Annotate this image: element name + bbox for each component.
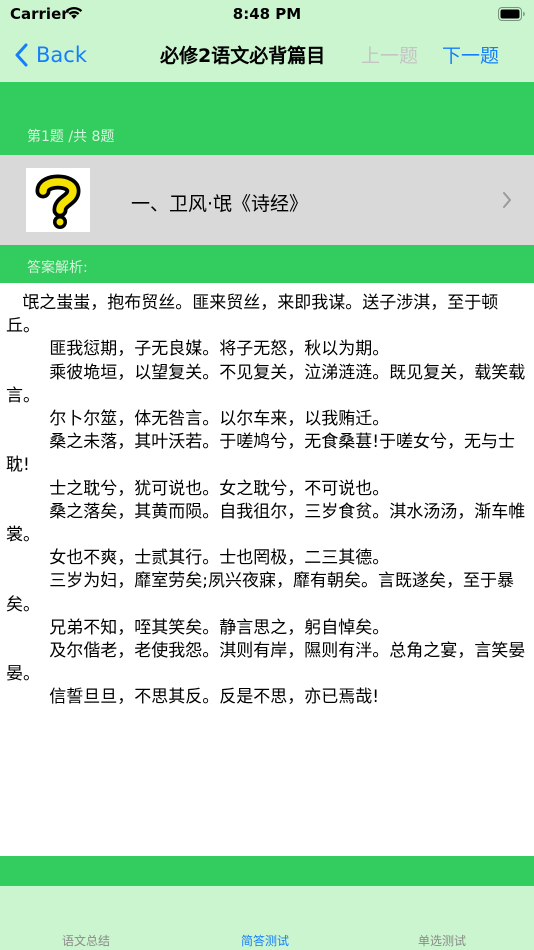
question-counter: 第1题 /共 8题 [27, 129, 115, 145]
next-question-button[interactable]: 下一题 [442, 41, 499, 68]
question-row[interactable]: 一、卫风·氓《诗经》 [0, 155, 534, 245]
question-title: 一、卫风·氓《诗经》 [131, 193, 309, 215]
tab-single-choice-test[interactable]: 单选测试 [418, 932, 466, 949]
tab-bar: 语文总结 简答测试 单选测试 [0, 886, 534, 950]
question-mark-icon [26, 168, 90, 232]
status-bar: Carrier 8:48 PM [0, 0, 534, 28]
chevron-left-icon [15, 43, 28, 67]
previous-question-button[interactable]: 上一题 [361, 41, 418, 68]
back-label: Back [36, 43, 87, 67]
tab-short-answer-test[interactable]: 简答测试 [241, 932, 289, 949]
navigation-bar: Back 必修2语文必背篇目 上一题 下一题 [0, 28, 534, 82]
footer-band [0, 856, 534, 886]
back-button[interactable]: Back [14, 40, 87, 70]
battery-icon [498, 6, 526, 25]
answer-text: 氓之蚩蚩，抱布贸丝。匪来贸丝，来即我谋。送子涉淇，至于顿丘。 匪我愆期，子无良媒… [6, 293, 526, 708]
answer-label: 答案解析: [27, 260, 88, 276]
chevron-right-icon [502, 191, 512, 213]
clock: 8:48 PM [232, 5, 302, 23]
page-title: 必修2语文必背篇目 [160, 45, 326, 67]
tab-chinese-summary[interactable]: 语文总结 [62, 932, 110, 949]
answer-header: 答案解析: [0, 245, 534, 283]
